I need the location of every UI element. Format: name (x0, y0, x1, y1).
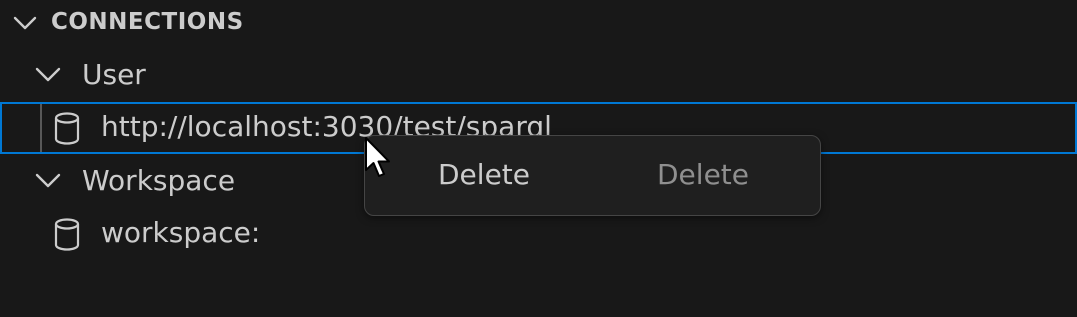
tree-group-user[interactable]: User (0, 49, 1077, 101)
indent-guide (40, 104, 42, 152)
menu-item-delete[interactable]: Delete (438, 158, 530, 191)
chevron-down-icon[interactable] (12, 12, 38, 38)
connections-panel: CONNECTIONS User http://localhost:3030/t… (0, 0, 1077, 317)
database-icon (52, 218, 82, 256)
context-menu: Delete Delete (364, 135, 821, 216)
chevron-down-icon[interactable] (34, 169, 62, 195)
section-title: CONNECTIONS (51, 9, 244, 35)
database-icon (52, 112, 82, 150)
menu-item-delete-disabled: Delete (657, 158, 749, 191)
section-header-connections[interactable]: CONNECTIONS (0, 0, 1077, 48)
chevron-down-icon[interactable] (34, 63, 62, 89)
group-label-user: User (82, 58, 146, 91)
group-label-workspace: Workspace (82, 164, 236, 197)
connection-label: workspace: (101, 216, 261, 249)
mouse-pointer-icon (364, 136, 392, 184)
